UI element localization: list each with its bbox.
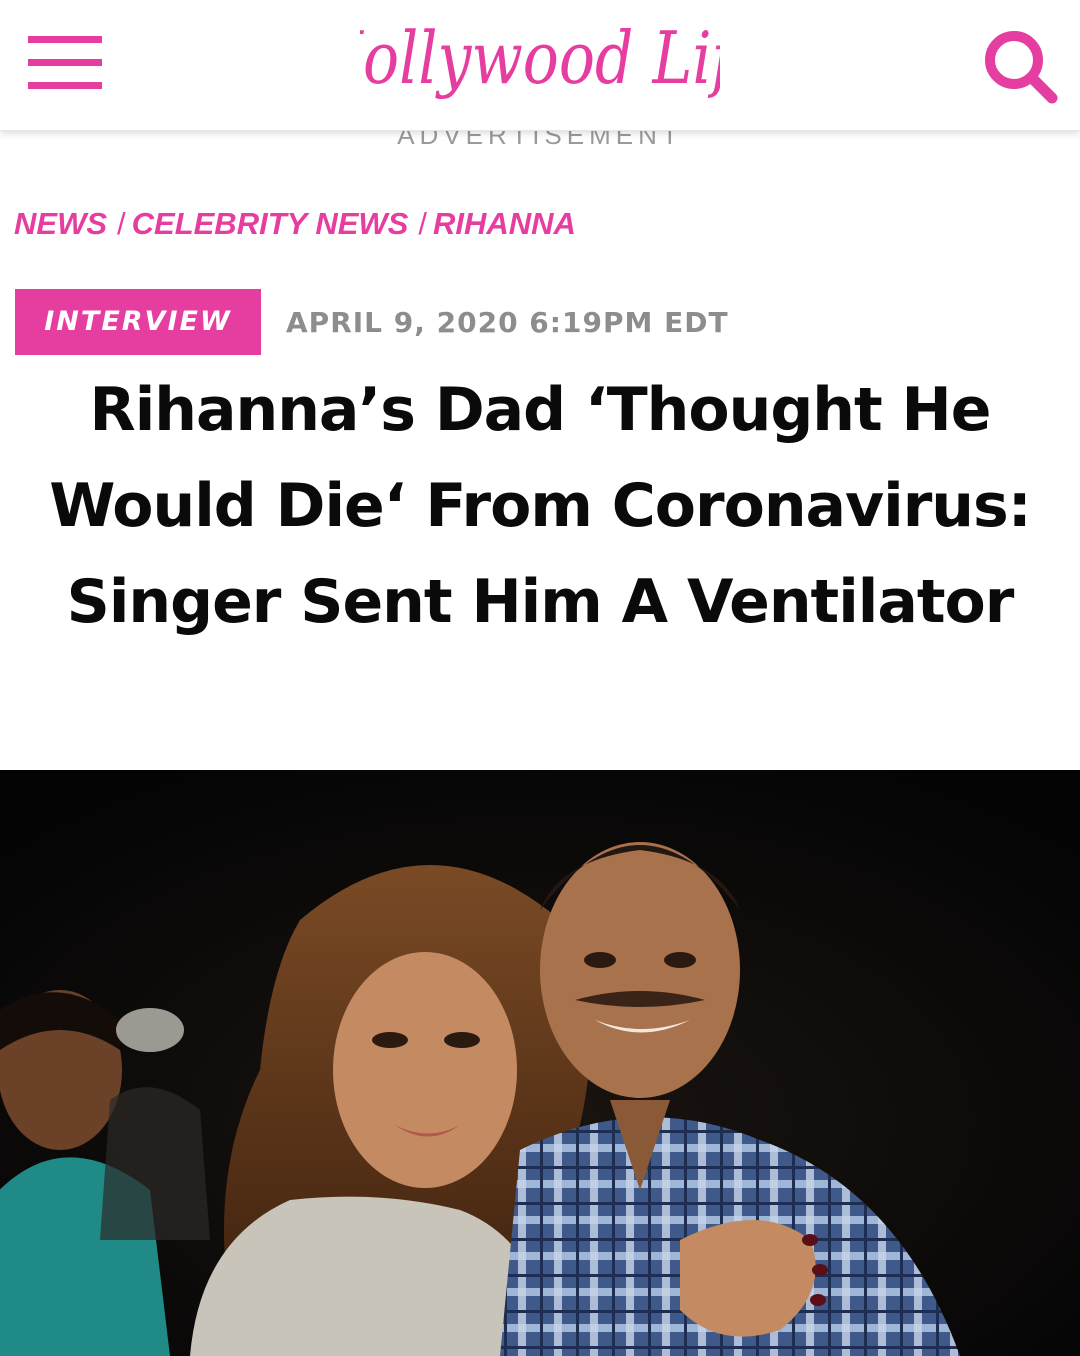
breadcrumb: NEWS / CELEBRITY NEWS / RIHANNA — [14, 206, 576, 250]
logo-text: Hollywood Life — [360, 16, 720, 101]
site-header: Hollywood Life — [0, 0, 1080, 131]
rihanna-and-father-photo — [0, 770, 1080, 1356]
breadcrumb-celebrity-news[interactable]: CELEBRITY NEWS — [132, 206, 409, 241]
breadcrumb-rihanna[interactable]: RIHANNA — [433, 206, 576, 241]
breadcrumb-separator: / — [117, 206, 126, 241]
breadcrumb-separator: / — [418, 206, 427, 241]
hamburger-menu-icon[interactable] — [28, 30, 102, 96]
menu-bar — [28, 36, 102, 43]
hollywood-life-logo: Hollywood Life — [310, 16, 769, 101]
hero-image[interactable] — [0, 770, 1080, 1356]
menu-bar — [28, 82, 102, 89]
breadcrumb-news[interactable]: NEWS — [14, 206, 107, 241]
category-tag[interactable]: INTERVIEW — [15, 289, 261, 355]
publish-date: APRIL 9, 2020 6:19PM EDT — [286, 306, 729, 339]
site-logo[interactable]: Hollywood Life — [310, 4, 769, 124]
menu-bar — [28, 59, 102, 66]
article-headline: Rihanna’s Dad ‘Thought He Would Die‘ Fro… — [49, 375, 1031, 637]
search-icon[interactable] — [978, 24, 1062, 108]
